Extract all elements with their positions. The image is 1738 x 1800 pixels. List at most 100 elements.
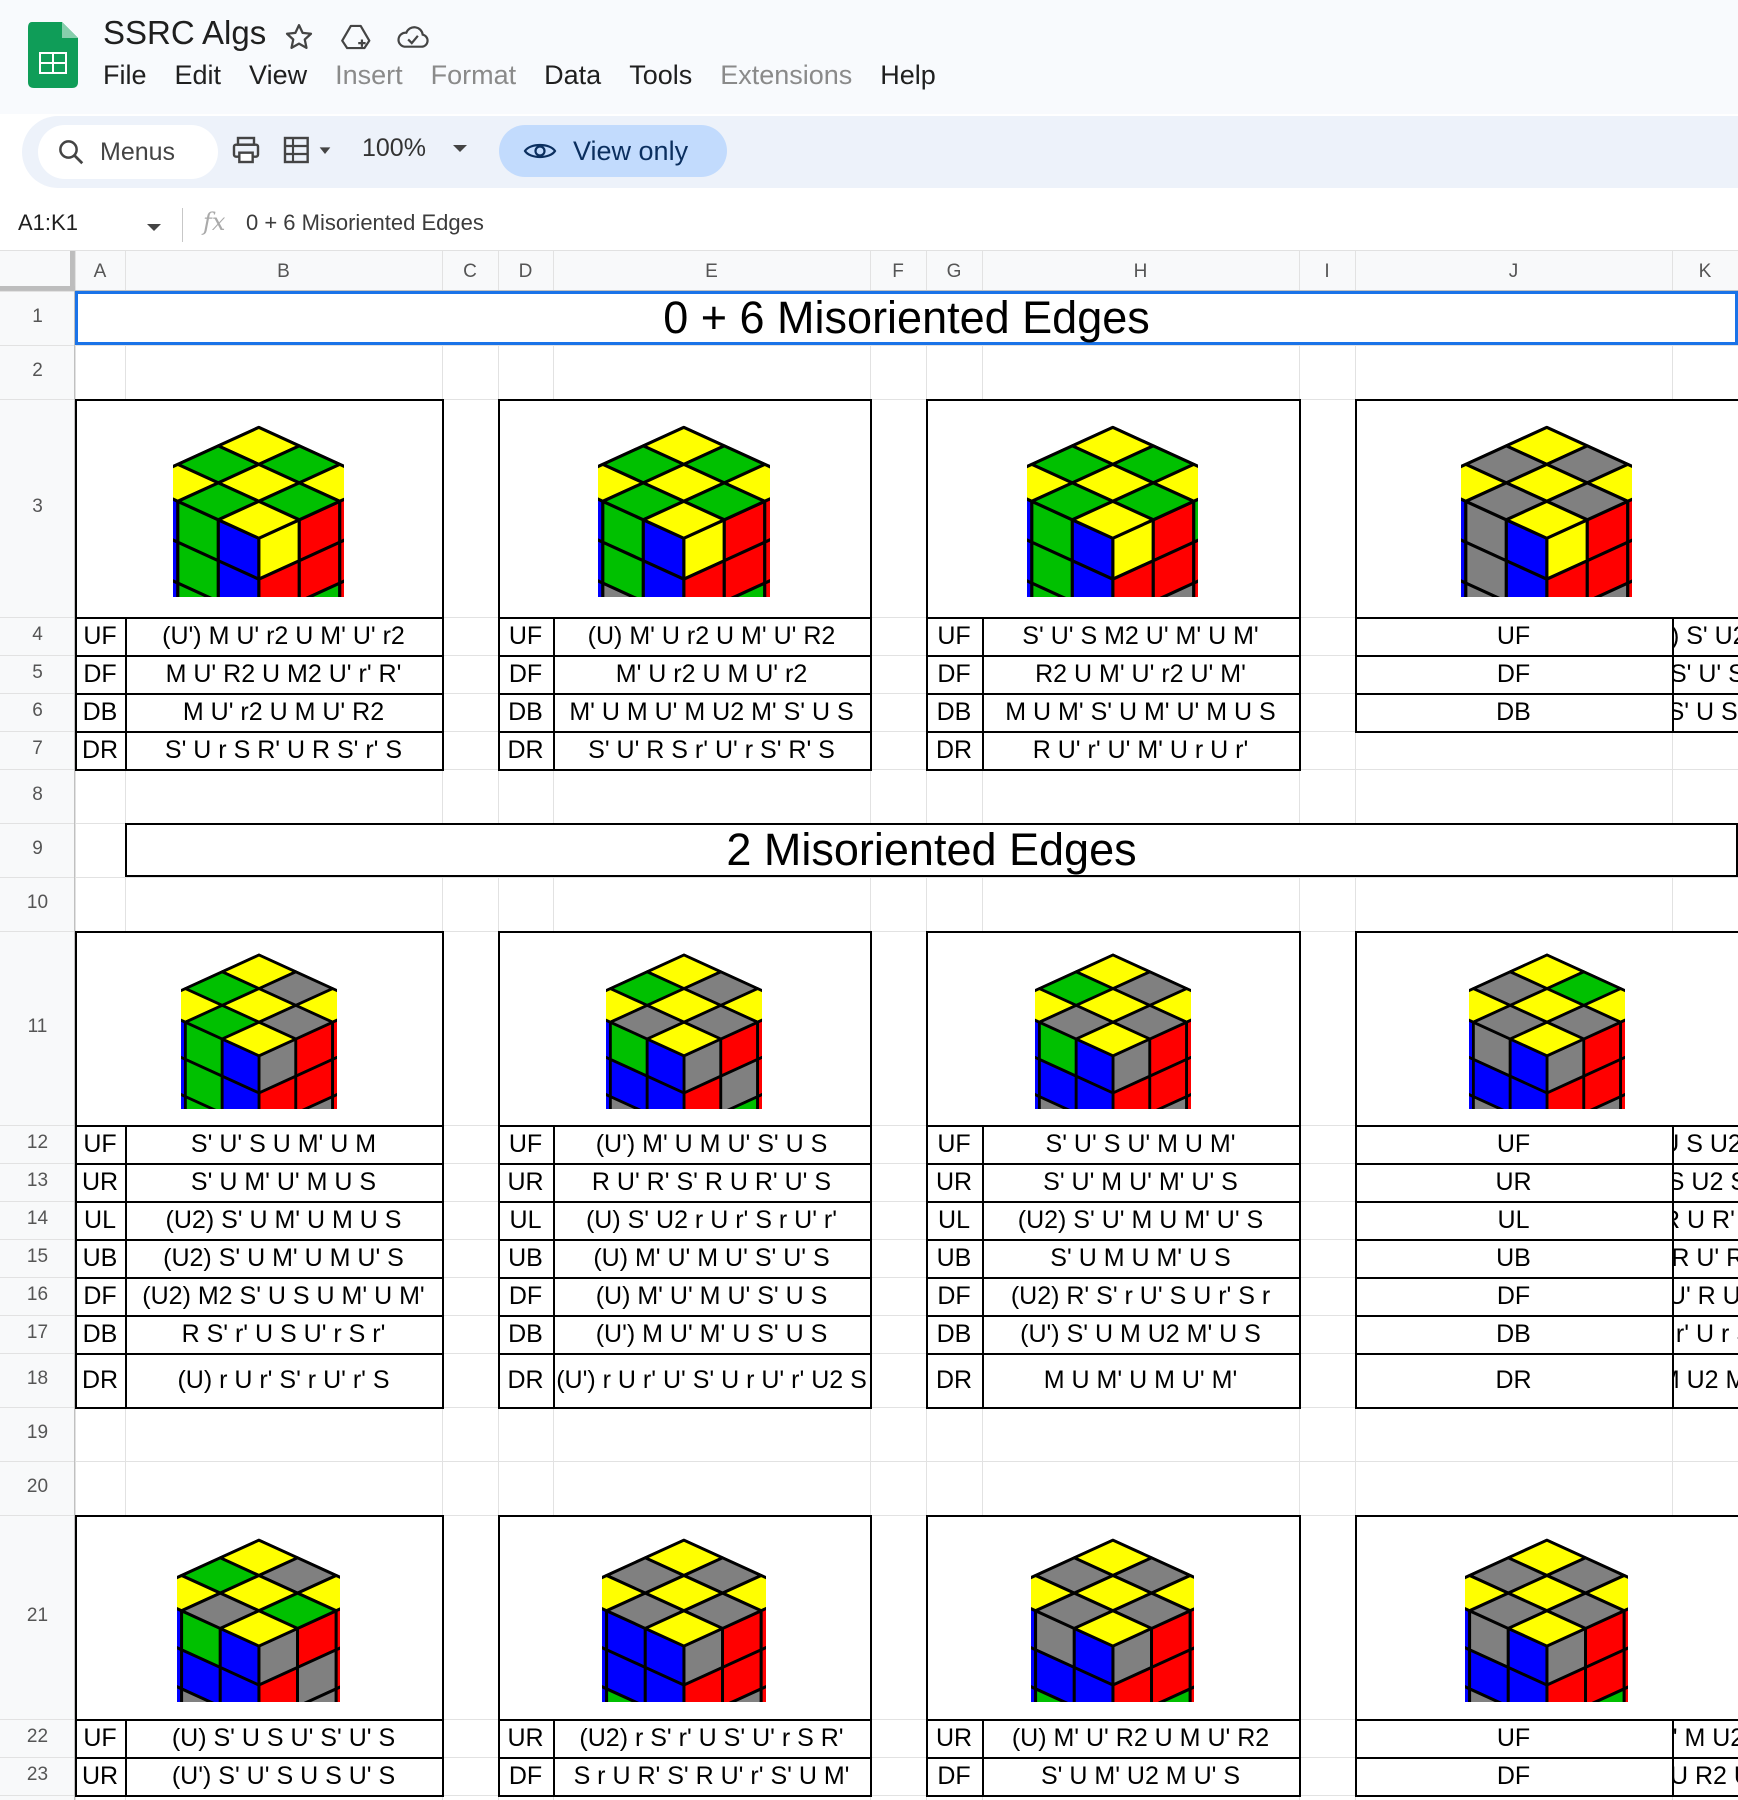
case-label[interactable]: UR — [926, 1163, 982, 1201]
algorithm-cell[interactable]: (U') M' U M U' S' U S — [553, 1125, 870, 1163]
case-label[interactable]: UR — [75, 1163, 125, 1201]
star-icon[interactable] — [282, 20, 316, 54]
algorithm-cell[interactable]: (U') S' U' M U2 M' U' S — [1672, 1719, 1738, 1757]
algorithm-cell[interactable]: (U) S' U R U R' S R U' R' — [1672, 1201, 1738, 1239]
case-label[interactable]: UF — [75, 617, 125, 655]
algorithm-cell[interactable]: S' U' S U' M U M' — [982, 1125, 1299, 1163]
section-title-2[interactable]: 2 Misoriented Edges — [125, 823, 1738, 877]
case-label[interactable]: UB — [1355, 1239, 1672, 1277]
row-header-3[interactable]: 3 — [0, 496, 75, 518]
algorithm-cell[interactable]: S' U' S U M' U M — [125, 1125, 442, 1163]
case-label[interactable]: UF — [498, 1125, 553, 1163]
case-label[interactable]: DR — [75, 1353, 125, 1407]
case-label[interactable]: DF — [498, 655, 553, 693]
case-label[interactable]: UF — [1355, 1125, 1672, 1163]
row-header-11[interactable]: 11 — [0, 1016, 75, 1038]
algorithm-cell[interactable]: M U M' U M U' M' — [982, 1353, 1299, 1407]
algorithm-cell[interactable]: M' U M U2 M' U' M — [1672, 1353, 1738, 1407]
row-header-14[interactable]: 14 — [0, 1208, 75, 1230]
case-label[interactable]: DF — [1355, 1277, 1672, 1315]
case-label[interactable]: DB — [75, 693, 125, 731]
column-header-e[interactable]: E — [553, 261, 870, 283]
column-header-b[interactable]: B — [125, 261, 442, 283]
algorithm-cell[interactable]: (U) S' U2 r U r' S r U' r' — [553, 1201, 870, 1239]
spreadsheet-grid[interactable]: A B C D E F G H I J K 1 2 3 4 5 6 7 8 9 10 11 12 13 14 15 16 17 18 19… — [0, 251, 1738, 1800]
document-title[interactable]: SSRC Algs — [103, 14, 266, 52]
algorithm-cell[interactable]: M' U r2 U M U' r2 — [553, 655, 870, 693]
case-label[interactable]: DF — [498, 1277, 553, 1315]
algorithm-cell[interactable]: S r U R' S' R U' r' S' U M' — [553, 1757, 870, 1795]
row-header-9[interactable]: 9 — [0, 838, 75, 860]
case-label[interactable]: UL — [498, 1201, 553, 1239]
column-header-i[interactable]: I — [1299, 261, 1355, 283]
algorithm-cell[interactable]: (U2) S' U M' U M U S — [125, 1201, 442, 1239]
case-label[interactable]: UR — [75, 1757, 125, 1795]
algorithm-cell[interactable]: R U' r' U' M' U r U r' — [982, 731, 1299, 769]
formula-input[interactable]: 0 + 6 Misoriented Edges — [246, 210, 484, 236]
algorithm-cell[interactable]: M U' R2 U M2 U' r' R' — [125, 655, 442, 693]
case-label[interactable]: UF — [498, 617, 553, 655]
algorithm-cell[interactable]: (U) M' U' M U' S' U' S — [553, 1239, 870, 1277]
row-header-5[interactable]: 5 — [0, 662, 75, 684]
case-label[interactable]: UL — [1355, 1201, 1672, 1239]
row-header-21[interactable]: 21 — [0, 1605, 75, 1627]
case-label[interactable]: UR — [498, 1719, 553, 1757]
algorithm-cell[interactable]: (U2) M2 S' U S U M' U M' — [125, 1277, 442, 1315]
name-box[interactable]: A1:K1 — [18, 210, 78, 236]
algorithm-cell[interactable]: S' U M U M' U S — [982, 1239, 1299, 1277]
case-label[interactable]: DR — [926, 731, 982, 769]
case-label[interactable]: UF — [75, 1719, 125, 1757]
case-label[interactable]: DR — [926, 1353, 982, 1407]
section-title-0-6[interactable]: 0 + 6 Misoriented Edges — [75, 291, 1738, 345]
algorithm-cell[interactable]: R U' R' S' R U R' U' S — [553, 1163, 870, 1201]
column-header-d[interactable]: D — [498, 261, 553, 283]
algorithm-cell[interactable]: (U) S' U S U' S' U' S — [125, 1719, 442, 1757]
case-label[interactable]: DB — [498, 693, 553, 731]
algorithm-cell[interactable]: M' S' U' S M — [1672, 655, 1738, 693]
case-label[interactable]: UL — [926, 1201, 982, 1239]
menu-view[interactable]: View — [249, 60, 307, 96]
algorithm-cell[interactable]: (U') M U' r2 U M' U' r2 — [125, 617, 442, 655]
case-label[interactable]: DB — [1355, 1315, 1672, 1353]
case-label[interactable]: DB — [926, 693, 982, 731]
case-label[interactable]: UB — [498, 1239, 553, 1277]
row-header-22[interactable]: 22 — [0, 1726, 75, 1748]
move-to-drive-icon[interactable] — [340, 20, 374, 54]
zoom-select[interactable]: 100% — [362, 134, 468, 163]
row-header-10[interactable]: 10 — [0, 892, 75, 914]
algorithm-cell[interactable]: S' U' M U' M' U' S — [982, 1163, 1299, 1201]
case-label[interactable]: DB — [1355, 693, 1672, 731]
column-header-h[interactable]: H — [982, 261, 1299, 283]
case-label[interactable]: DR — [1355, 1353, 1672, 1407]
algorithm-cell[interactable]: S' R S r' U r S' R' S — [1672, 1315, 1738, 1353]
case-label[interactable]: UF — [75, 1125, 125, 1163]
algorithm-cell[interactable]: R S' r' U S U' r S r' — [125, 1315, 442, 1353]
case-label[interactable]: DF — [1355, 655, 1672, 693]
row-header-17[interactable]: 17 — [0, 1322, 75, 1344]
case-label[interactable]: DF — [75, 655, 125, 693]
row-header-4[interactable]: 4 — [0, 624, 75, 646]
case-label[interactable]: DR — [75, 731, 125, 769]
case-label[interactable]: UF — [1355, 617, 1672, 655]
algorithm-cell[interactable]: (U) r U r' S' r U' r' S — [125, 1353, 442, 1407]
case-label[interactable]: UF — [926, 1125, 982, 1163]
case-label[interactable]: UB — [75, 1239, 125, 1277]
sheets-logo-icon[interactable] — [28, 22, 78, 88]
row-header-8[interactable]: 8 — [0, 784, 75, 806]
case-label[interactable]: DB — [498, 1315, 553, 1353]
algorithm-cell[interactable]: (U') S' U S U2 S' U' S — [1672, 1125, 1738, 1163]
column-header-k[interactable]: K — [1672, 261, 1738, 283]
algorithm-cell[interactable]: (U') S' M' U' R U r' S r U' r' — [1672, 1277, 1738, 1315]
algorithm-cell[interactable]: S' U' S M2 U' M' U M' — [982, 617, 1299, 655]
search-menus-button[interactable]: Menus — [38, 125, 218, 179]
column-header-c[interactable]: C — [442, 261, 498, 283]
algorithm-cell[interactable]: (U') M U' M' U S' U S — [553, 1315, 870, 1353]
view-only-button[interactable]: View only — [499, 125, 727, 177]
format-painter-icon[interactable] — [282, 134, 336, 171]
case-label[interactable]: DF — [926, 1277, 982, 1315]
column-header-j[interactable]: J — [1355, 261, 1672, 283]
row-header-19[interactable]: 19 — [0, 1422, 75, 1444]
row-header-18[interactable]: 18 — [0, 1368, 75, 1390]
print-icon[interactable] — [230, 134, 262, 171]
algorithm-cell[interactable]: (U') S' U M U2 M' U S — [982, 1315, 1299, 1353]
